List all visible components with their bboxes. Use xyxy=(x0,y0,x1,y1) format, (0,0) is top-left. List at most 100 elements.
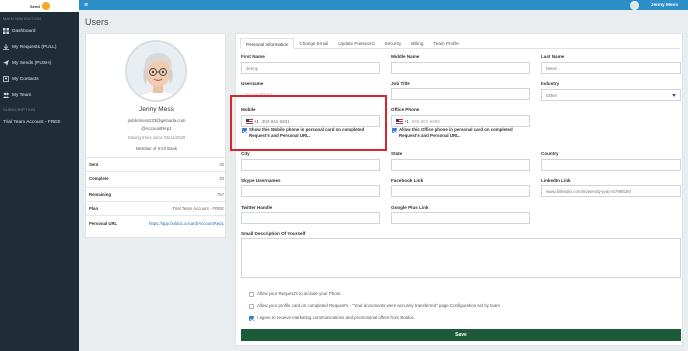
sidebar-item-label: My Requests (PULL) xyxy=(12,44,57,50)
stat-label: Complete xyxy=(89,175,109,181)
office-show-checkbox[interactable] xyxy=(392,128,397,133)
include-photo-checkbox[interactable] xyxy=(249,292,254,297)
stat-value: Trial Team Account - FREE xyxy=(172,205,224,211)
sidebar-item-dashboard[interactable]: Dashboard xyxy=(0,23,79,39)
country-input[interactable] xyxy=(541,159,681,171)
office-phone-label: Office Phone xyxy=(391,107,420,112)
google-plus-input[interactable] xyxy=(391,212,530,224)
twitter-label: Twitter Handle xyxy=(241,205,273,210)
stat-row-complete: Complete 40 xyxy=(89,172,224,184)
industry-select[interactable]: Other xyxy=(541,89,681,101)
stat-label: Plan xyxy=(89,205,99,211)
user-menu[interactable]: Jenny Mess xyxy=(629,0,678,10)
office-country-code[interactable]: +1 xyxy=(404,119,409,124)
linkedin-input[interactable]: www.linkedin.com/in/wendy-jean-5795526/ xyxy=(541,185,681,197)
country-label: Country xyxy=(541,151,559,156)
sidebar-item-contacts[interactable]: My Contacts xyxy=(0,71,79,87)
subscription-label: Trial Team Account - FREE xyxy=(3,119,61,125)
menu-toggle-icon[interactable]: ≡ xyxy=(84,2,88,9)
job-title-input[interactable] xyxy=(391,88,530,100)
profile-saving: Saving trees since 05/11/2020 xyxy=(127,135,186,140)
sidebar-section-main: Main Navigation xyxy=(3,16,42,21)
sidebar-item-team[interactable]: My Team xyxy=(0,87,79,103)
middle-name-label: Middle Name xyxy=(391,54,420,59)
personal-url-link[interactable]: https://app.boldoc.io/card/AccountRep1 xyxy=(149,221,224,226)
profile-avatar[interactable] xyxy=(125,40,187,102)
stat-value: 757 xyxy=(216,191,224,197)
marketing-consent-checkbox[interactable] xyxy=(249,316,254,321)
logo-mark-icon xyxy=(41,2,50,10)
topbar: ≡ Jenny Mess xyxy=(79,0,688,10)
sidebar-item-label: My Sends (PUSH) xyxy=(12,60,52,66)
sidebar-item-requests[interactable]: My Requests (PULL) xyxy=(0,39,79,55)
google-plus-label: Google Plus Link xyxy=(391,205,429,210)
description-textarea[interactable] xyxy=(241,238,681,278)
profile-card-label: Allow your profile card on completed Req… xyxy=(257,303,500,308)
stat-row-sent: Sent 32 xyxy=(89,158,224,170)
sidebar: Send Main Navigation Dashboard My Reques… xyxy=(0,0,79,351)
sidebar-item-sends[interactable]: My Sends (PUSH) xyxy=(0,55,79,71)
stat-row-plan: Plan Trial Team Account - FREE xyxy=(89,202,224,214)
dashboard-icon xyxy=(3,28,9,34)
city-label: City xyxy=(241,151,250,156)
username-label: Username xyxy=(241,81,264,86)
industry-label: Industry xyxy=(541,81,560,86)
last-name-input[interactable]: Mess xyxy=(541,62,681,74)
sidebar-section-subscription: Subscription xyxy=(3,107,36,112)
team-icon xyxy=(3,92,9,98)
divider xyxy=(86,215,227,216)
tab-personal-information[interactable]: Personal Information xyxy=(240,38,295,49)
stat-row-personal-url: Personal URL https://app.boldoc.io/card/… xyxy=(89,217,224,229)
facebook-label: Facebook Link xyxy=(391,178,424,183)
office-phone-placeholder: 888-800-8888 xyxy=(411,118,440,124)
sidebar-subscription[interactable]: Trial Team Account - FREE xyxy=(0,114,79,130)
tab-update-password[interactable]: Update Password xyxy=(333,38,379,49)
skype-label: Skype Usernames xyxy=(241,178,281,183)
tab-security[interactable]: Security xyxy=(380,38,407,49)
include-photo-label: Allow your Request's to include your Pho… xyxy=(257,291,342,296)
middle-name-input[interactable] xyxy=(391,62,530,74)
profile-card: Jenny Mess publicmess223@getnada.com @Ac… xyxy=(85,33,227,238)
last-name-label: Last Name xyxy=(541,54,565,59)
us-flag-icon[interactable] xyxy=(396,118,403,124)
tab-team-profile[interactable]: Team Profile xyxy=(428,38,464,49)
stat-label: Sent xyxy=(89,161,99,167)
city-input[interactable] xyxy=(241,159,380,171)
sidebar-item-label: Dashboard xyxy=(12,28,36,34)
twitter-input[interactable] xyxy=(241,212,380,224)
profile-handle: @AccountRep1 xyxy=(141,126,172,131)
stat-label: Remaining xyxy=(89,191,111,197)
skype-input[interactable] xyxy=(241,185,380,197)
save-button[interactable]: Save xyxy=(241,329,681,341)
highlight-annotation-box xyxy=(230,95,387,151)
logo[interactable]: Send xyxy=(0,0,79,12)
description-label: Small Description Of Yourself xyxy=(241,231,306,236)
profile-email: publicmess223@getnada.com xyxy=(127,118,186,123)
sidebar-item-label: My Contacts xyxy=(12,76,39,82)
office-show-label: Allow this Office phone in personal card… xyxy=(399,127,513,138)
sidebar-item-label: My Team xyxy=(12,92,32,98)
user-avatar xyxy=(629,0,639,10)
stat-row-remaining: Remaining 757 xyxy=(89,188,224,200)
stat-value: 32 xyxy=(219,161,224,167)
office-phone-input[interactable]: +1 888-800-8888 xyxy=(391,115,530,127)
facebook-input[interactable] xyxy=(391,185,530,197)
job-title-label: Job Title xyxy=(391,81,410,86)
download-icon xyxy=(3,44,9,50)
tab-change-email[interactable]: Change Email xyxy=(294,38,333,49)
marketing-consent-label: I agree to receive marketing communicati… xyxy=(257,315,416,320)
first-name-input[interactable]: Jenny xyxy=(241,62,380,74)
stat-value: 40 xyxy=(219,175,224,181)
page-title: Users xyxy=(85,17,109,27)
profile-member: Member of XYZ Bank xyxy=(135,146,178,151)
profile-card-checkbox[interactable] xyxy=(249,304,254,309)
contacts-icon xyxy=(3,76,9,82)
state-input[interactable] xyxy=(391,159,530,171)
tab-billing[interactable]: Billing xyxy=(406,38,428,49)
profile-name: Jenny Mess xyxy=(139,106,174,113)
tab-bar: Personal Information Change Email Update… xyxy=(240,38,680,49)
stat-label: Personal URL xyxy=(89,220,118,226)
send-icon xyxy=(3,60,9,66)
user-name: Jenny Mess xyxy=(650,2,678,8)
linkedin-label: LinkedIn Link xyxy=(541,178,571,183)
